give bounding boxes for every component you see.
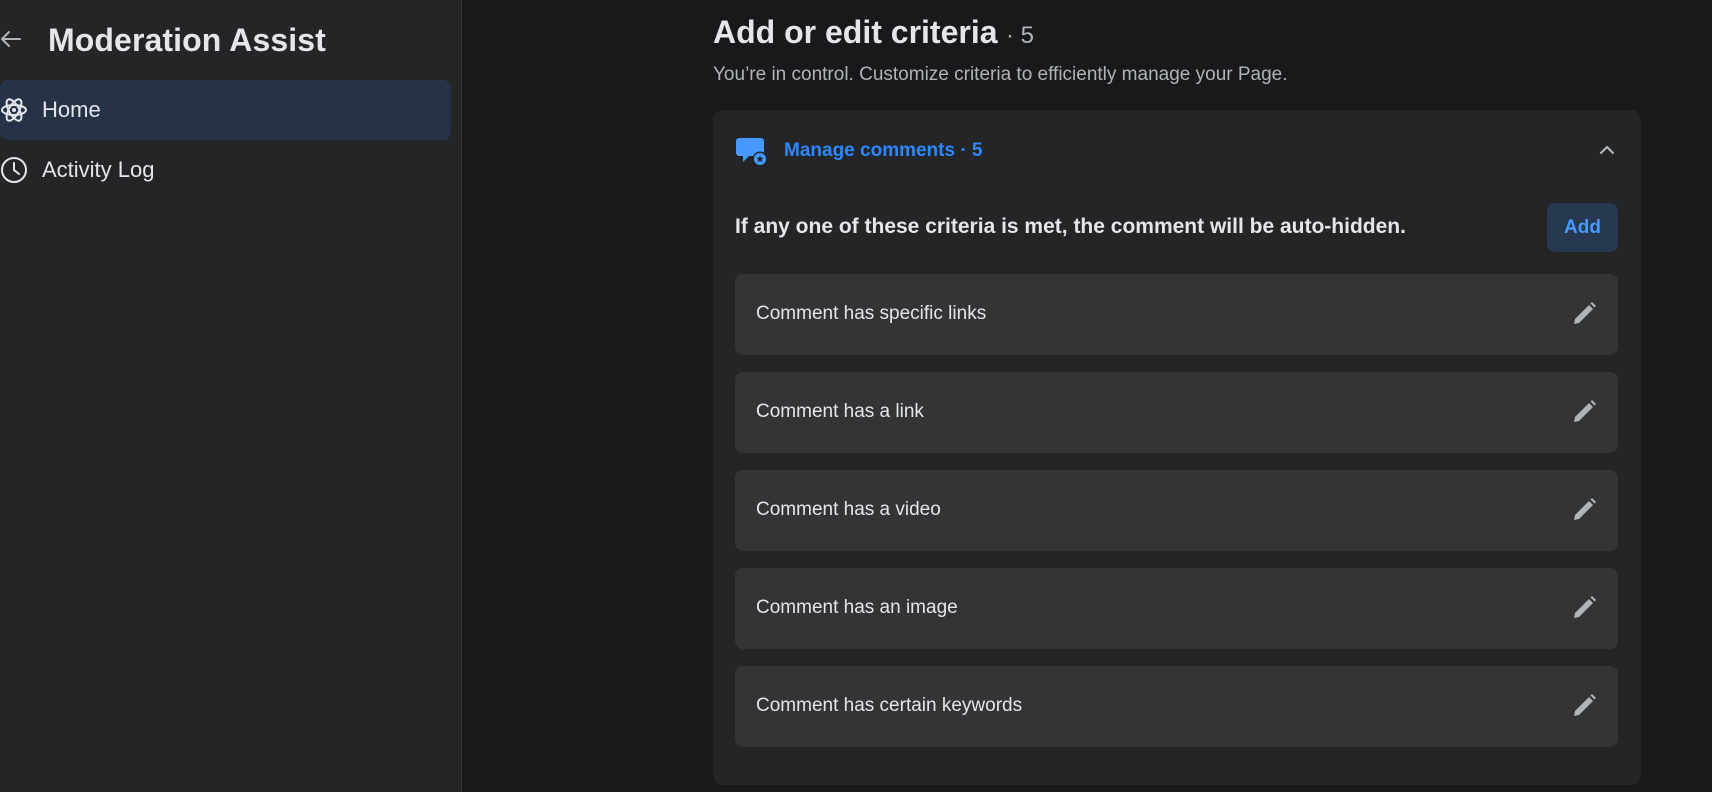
back-arrow-icon[interactable] bbox=[0, 28, 22, 50]
add-criteria-button[interactable]: Add bbox=[1547, 203, 1618, 252]
page-title-row: Add or edit criteria · 5 bbox=[713, 14, 1034, 51]
chevron-up-icon[interactable] bbox=[1597, 140, 1617, 160]
criteria-label: Comment has a link bbox=[756, 401, 924, 422]
sidebar-item-label: Home bbox=[42, 97, 101, 122]
manage-comments-header[interactable]: Manage comments · 5 bbox=[713, 128, 1641, 172]
manage-comments-card: Manage comments · 5 If any one of these … bbox=[713, 110, 1641, 785]
page-subtitle: You’re in control. Customize criteria to… bbox=[713, 64, 1288, 85]
criteria-list: Comment has specific links Comment has a… bbox=[735, 274, 1618, 764]
app-window: Moderation Assist Home Activity Log Add … bbox=[0, 0, 1712, 792]
app-title: Moderation Assist bbox=[48, 22, 326, 58]
clock-icon bbox=[0, 156, 28, 184]
criteria-item: Comment has a link bbox=[735, 372, 1618, 453]
criteria-item: Comment has an image bbox=[735, 568, 1618, 649]
criteria-label: Comment has certain keywords bbox=[756, 695, 1023, 716]
criteria-label: Comment has an image bbox=[756, 597, 958, 618]
sidebar-item-label: Activity Log bbox=[42, 157, 155, 182]
pencil-icon[interactable] bbox=[1568, 298, 1600, 330]
sidebar-item-activity-log[interactable]: Activity Log bbox=[0, 140, 451, 200]
manage-comments-label: Manage comments · 5 bbox=[784, 140, 983, 161]
sidebar: Moderation Assist Home Activity Log bbox=[0, 0, 462, 792]
criteria-item: Comment has a video bbox=[735, 470, 1618, 551]
criteria-item: Comment has certain keywords bbox=[735, 666, 1618, 747]
pencil-icon[interactable] bbox=[1568, 592, 1600, 624]
pencil-icon[interactable] bbox=[1568, 494, 1600, 526]
sidebar-item-home[interactable]: Home bbox=[0, 80, 451, 140]
criteria-item: Comment has specific links bbox=[735, 274, 1618, 355]
criteria-label: Comment has a video bbox=[756, 499, 941, 520]
sidebar-header: Moderation Assist bbox=[0, 18, 462, 62]
comment-shield-icon bbox=[735, 134, 769, 168]
atom-icon bbox=[0, 96, 28, 124]
page-title: Add or edit criteria bbox=[713, 14, 998, 50]
pencil-icon[interactable] bbox=[1568, 396, 1600, 428]
criteria-label: Comment has specific links bbox=[756, 303, 987, 324]
pencil-icon[interactable] bbox=[1568, 690, 1600, 722]
criteria-count: · 5 bbox=[1005, 22, 1034, 49]
rule-description: If any one of these criteria is met, the… bbox=[735, 215, 1406, 238]
